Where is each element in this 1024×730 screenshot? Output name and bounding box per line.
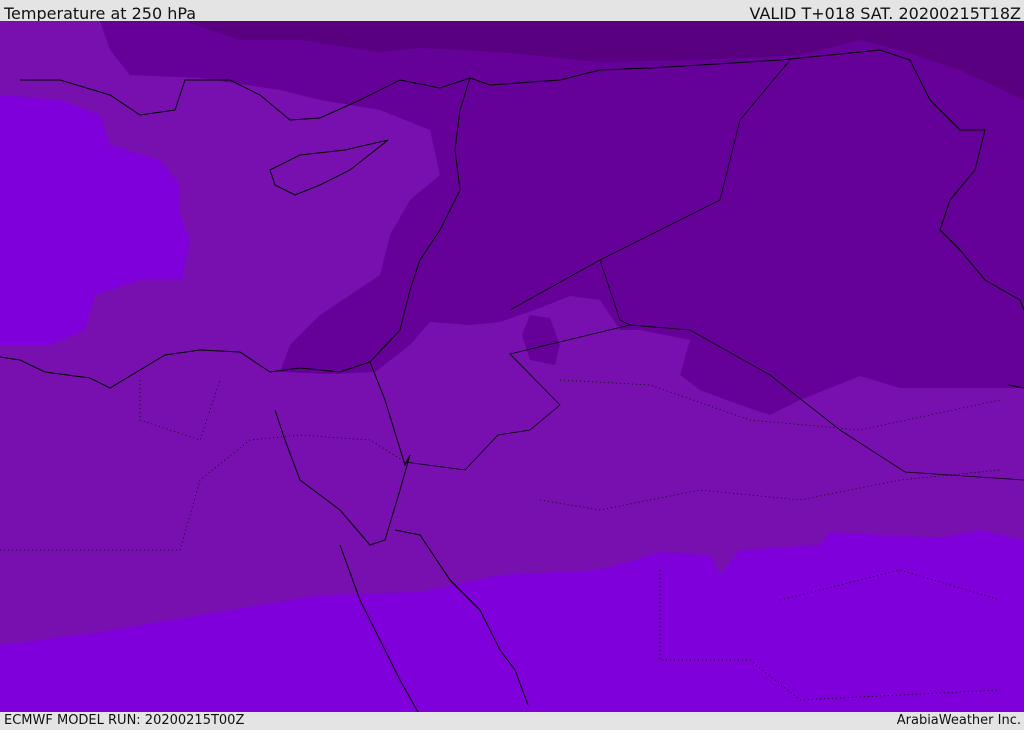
temperature-map xyxy=(0,21,1024,712)
footer-bar: ECMWF MODEL RUN: 20200215T00Z ArabiaWeat… xyxy=(0,712,1024,729)
model-run: ECMWF MODEL RUN: 20200215T00Z xyxy=(4,713,245,728)
header-bar: Temperature at 250 hPa VALID T+018 SAT. … xyxy=(0,0,1024,23)
credit: ArabiaWeather Inc. xyxy=(896,713,1021,728)
